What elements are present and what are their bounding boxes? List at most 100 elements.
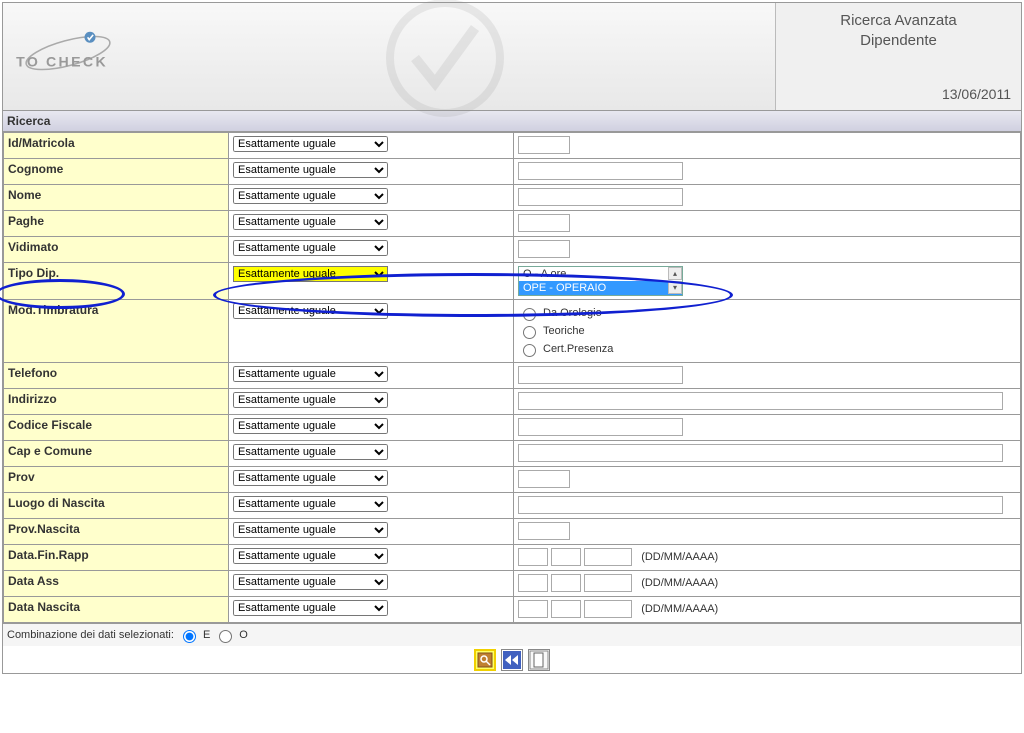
radio-teoriche[interactable] [523, 326, 536, 339]
label-indirizzo: Indirizzo [4, 389, 229, 415]
op-nome[interactable]: Esattamente uguale [233, 188, 388, 204]
input-telefono[interactable] [518, 366, 683, 384]
op-indirizzo[interactable]: Esattamente uguale [233, 392, 388, 408]
page-title: Ricerca Avanzata Dipendente [786, 11, 1011, 50]
scroll-down-icon[interactable]: ▾ [668, 281, 682, 294]
title-box: Ricerca Avanzata Dipendente 13/06/2011 [775, 3, 1021, 110]
op-data-fin-rapp[interactable]: Esattamente uguale [233, 548, 388, 564]
radio-comb-o-label: O [239, 629, 248, 641]
radio-comb-e[interactable] [183, 630, 196, 643]
op-prov[interactable]: Esattamente uguale [233, 470, 388, 486]
row-data-ass: Data Ass Esattamente uguale (DD/MM/AAAA) [4, 571, 1021, 597]
input-data-nascita-dd[interactable] [518, 600, 548, 618]
search-icon [476, 651, 494, 669]
input-nome[interactable] [518, 188, 683, 206]
op-prov-nascita[interactable]: Esattamente uguale [233, 522, 388, 538]
scroll-up-icon[interactable]: ▴ [668, 267, 682, 280]
app-header: TO CHECK Ricerca Avanzata Dipendente 13/… [3, 3, 1021, 111]
row-paghe: Paghe Esattamente uguale [4, 211, 1021, 237]
row-cognome: Cognome Esattamente uguale [4, 159, 1021, 185]
label-prov-nascita: Prov.Nascita [4, 519, 229, 545]
new-button[interactable] [528, 649, 550, 671]
op-luogo-nascita[interactable]: Esattamente uguale [233, 496, 388, 512]
op-vidimato[interactable]: Esattamente uguale [233, 240, 388, 256]
label-prov: Prov [4, 467, 229, 493]
op-mod-timbratura[interactable]: Esattamente uguale [233, 303, 388, 319]
op-telefono[interactable]: Esattamente uguale [233, 366, 388, 382]
label-cap-comune: Cap e Comune [4, 441, 229, 467]
label-paghe: Paghe [4, 211, 229, 237]
op-codice-fiscale[interactable]: Esattamente uguale [233, 418, 388, 434]
row-tipo-dip: Tipo Dip. Esattamente uguale ▴ O - A ore… [4, 263, 1021, 300]
input-cap-comune[interactable] [518, 444, 1003, 462]
label-cognome: Cognome [4, 159, 229, 185]
radio-cert-presenza[interactable] [523, 344, 536, 357]
label-data-ass: Data Ass [4, 571, 229, 597]
op-tipo-dip[interactable]: Esattamente uguale [233, 266, 388, 282]
row-telefono: Telefono Esattamente uguale [4, 363, 1021, 389]
input-cognome[interactable] [518, 162, 683, 180]
row-luogo-nascita: Luogo di Nascita Esattamente uguale [4, 493, 1021, 519]
input-data-nascita-yyyy[interactable] [584, 600, 632, 618]
label-codice-fiscale: Codice Fiscale [4, 415, 229, 441]
label-luogo-nascita: Luogo di Nascita [4, 493, 229, 519]
input-vidimato[interactable] [518, 240, 570, 258]
row-codice-fiscale: Codice Fiscale Esattamente uguale [4, 415, 1021, 441]
label-tipo-dip: Tipo Dip. [4, 263, 229, 300]
search-button[interactable] [474, 649, 496, 671]
date-hint: (DD/MM/AAAA) [641, 577, 718, 589]
reset-button[interactable] [501, 649, 523, 671]
input-id-matricola[interactable] [518, 136, 570, 154]
row-data-fin-rapp: Data.Fin.Rapp Esattamente uguale (DD/MM/… [4, 545, 1021, 571]
tipo-dip-listbox[interactable]: ▴ O - A ore ▾ OPE - OPERAIO [518, 266, 683, 296]
label-telefono: Telefono [4, 363, 229, 389]
tipo-dip-option-ope[interactable]: OPE - OPERAIO [519, 281, 682, 295]
radio-comb-e-label: E [203, 629, 210, 641]
row-prov-nascita: Prov.Nascita Esattamente uguale [4, 519, 1021, 545]
label-data-fin-rapp: Data.Fin.Rapp [4, 545, 229, 571]
op-id-matricola[interactable]: Esattamente uguale [233, 136, 388, 152]
tipo-dip-option-o[interactable]: O - A ore [519, 267, 682, 281]
input-data-fin-rapp-mm[interactable] [551, 548, 581, 566]
logo-area: TO CHECK [3, 3, 775, 110]
input-data-ass-mm[interactable] [551, 574, 581, 592]
combination-row: Combinazione dei dati selezionati: E O [3, 623, 1021, 646]
label-nome: Nome [4, 185, 229, 211]
label-data-nascita: Data Nascita [4, 597, 229, 623]
op-paghe[interactable]: Esattamente uguale [233, 214, 388, 230]
radio-da-orologio[interactable] [523, 308, 536, 321]
row-data-nascita: Data Nascita Esattamente uguale (DD/MM/A… [4, 597, 1021, 623]
radio-comb-o[interactable] [219, 630, 232, 643]
input-prov-nascita[interactable] [518, 522, 570, 540]
input-data-ass-dd[interactable] [518, 574, 548, 592]
document-icon [529, 650, 549, 670]
row-id-matricola: Id/Matricola Esattamente uguale [4, 133, 1021, 159]
search-form-table: Id/Matricola Esattamente uguale Cognome … [3, 132, 1021, 623]
input-luogo-nascita[interactable] [518, 496, 1003, 514]
op-cognome[interactable]: Esattamente uguale [233, 162, 388, 178]
radio-teoriche-label: Teoriche [543, 325, 585, 337]
input-data-fin-rapp-dd[interactable] [518, 548, 548, 566]
radio-cert-presenza-label: Cert.Presenza [543, 343, 613, 355]
input-data-fin-rapp-yyyy[interactable] [584, 548, 632, 566]
label-mod-timbratura: Mod.Timbratura [4, 300, 229, 363]
watermark-icon [365, 0, 525, 123]
op-data-ass[interactable]: Esattamente uguale [233, 574, 388, 590]
op-data-nascita[interactable]: Esattamente uguale [233, 600, 388, 616]
bottom-toolbar [3, 646, 1021, 673]
input-paghe[interactable] [518, 214, 570, 232]
input-data-ass-yyyy[interactable] [584, 574, 632, 592]
input-prov[interactable] [518, 470, 570, 488]
input-indirizzo[interactable] [518, 392, 1003, 410]
header-date: 13/06/2011 [786, 86, 1011, 102]
row-indirizzo: Indirizzo Esattamente uguale [4, 389, 1021, 415]
label-id-matricola: Id/Matricola [4, 133, 229, 159]
input-codice-fiscale[interactable] [518, 418, 683, 436]
op-cap-comune[interactable]: Esattamente uguale [233, 444, 388, 460]
svg-text:TO: TO [16, 53, 40, 69]
row-mod-timbratura: Mod.Timbratura Esattamente uguale Da Oro… [4, 300, 1021, 363]
input-data-nascita-mm[interactable] [551, 600, 581, 618]
row-nome: Nome Esattamente uguale [4, 185, 1021, 211]
logo-swirl-icon: TO CHECK [13, 23, 123, 83]
row-prov: Prov Esattamente uguale [4, 467, 1021, 493]
